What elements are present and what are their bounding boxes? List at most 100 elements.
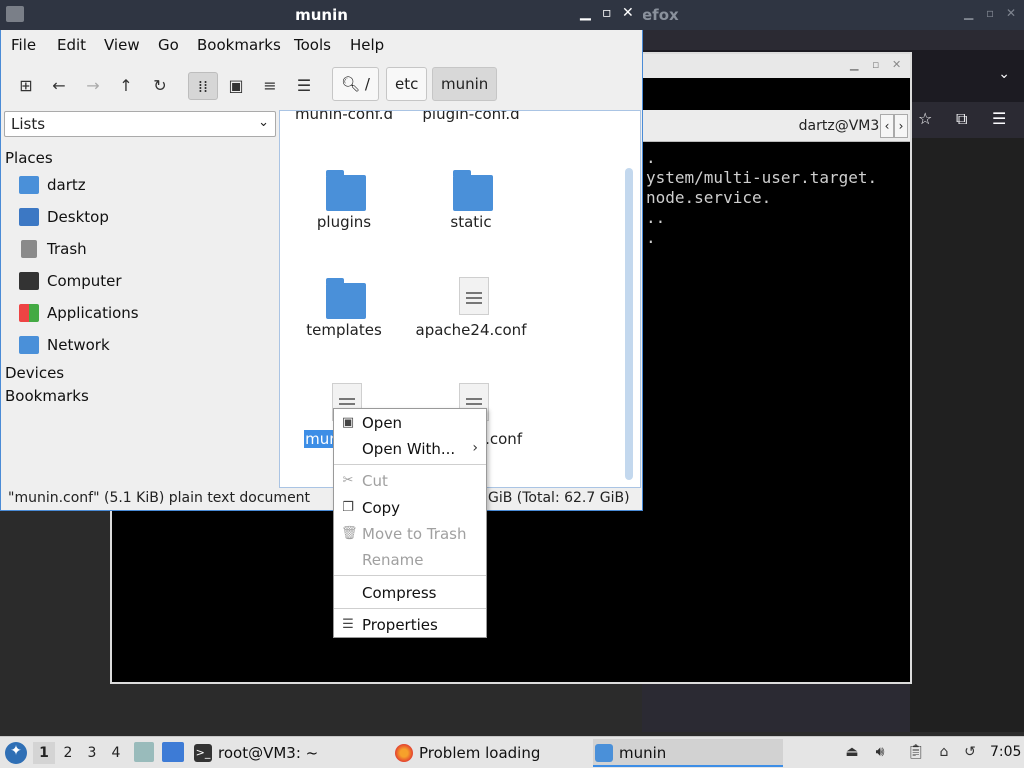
breadcrumb-root[interactable]: 🔍︎ / <box>332 67 379 101</box>
sidebar: Lists ⌄ Places dartz Desktop Trash Compu… <box>1 110 277 488</box>
volume-icon[interactable]: 🔊︎ <box>871 743 889 761</box>
file-item[interactable]: static <box>411 169 531 269</box>
tab-scroll-left-icon[interactable]: ‹ <box>880 114 894 138</box>
file-manager-titlebar: munin ▁ ▫ ✕ <box>0 0 643 30</box>
task-terminal[interactable]: >_ root@VM3: ~ <box>192 739 384 767</box>
back-icon[interactable]: ← <box>44 72 74 100</box>
thumbnail-view-icon[interactable]: ▣ <box>221 72 251 100</box>
menu-tools[interactable]: Tools <box>294 36 331 54</box>
menu-item-compress[interactable]: Compress <box>334 581 486 605</box>
maximize-icon[interactable]: ▫ <box>872 58 879 71</box>
start-menu-icon[interactable]: ✦ <box>5 742 27 764</box>
chevron-down-icon: ⌄ <box>258 115 269 130</box>
file-view-scrollbar[interactable] <box>625 168 633 480</box>
task-label: Problem loading page... <box>419 744 541 762</box>
sidebar-item-computer[interactable]: Computer <box>17 268 273 296</box>
taskbar: ✦ 1 2 3 4 >_ root@VM3: ~ Problem loading… <box>0 736 1024 768</box>
new-tab-icon[interactable]: ⊞ <box>11 72 41 100</box>
menu-item-label: Properties <box>362 616 438 634</box>
clock[interactable]: 7:05 <box>990 744 1021 760</box>
workspace-3[interactable]: 3 <box>81 742 103 764</box>
compact-view-icon[interactable]: ≡ <box>255 72 285 100</box>
star-icon[interactable]: ☆ <box>918 109 932 128</box>
menu-item-move-to-trash[interactable]: 🗑︎ Move to Trash <box>334 522 486 546</box>
task-munin[interactable]: munin <box>593 739 783 767</box>
sidebar-item-label: dartz <box>47 176 86 194</box>
reload-icon[interactable]: ↻ <box>145 72 175 100</box>
firefox-toolbar: ☆ ⧉ ☰ <box>910 102 1024 138</box>
file-item[interactable]: plugins <box>284 169 404 269</box>
sidebar-item-label: Trash <box>47 240 87 258</box>
minimize-icon[interactable]: ▁ <box>580 5 591 21</box>
menu-go[interactable]: Go <box>158 36 179 54</box>
breadcrumb-munin[interactable]: munin <box>432 67 498 101</box>
chevron-down-icon[interactable]: ⌄ <box>998 66 1010 82</box>
workspace-1[interactable]: 1 <box>33 742 55 764</box>
menu-edit[interactable]: Edit <box>57 36 86 54</box>
menu-item-label: Open With... <box>362 440 456 458</box>
file-item[interactable]: templates <box>284 277 404 377</box>
menu-view[interactable]: View <box>104 36 140 54</box>
maximize-icon[interactable]: ▫ <box>986 6 994 20</box>
devices-header[interactable]: Devices <box>5 364 64 382</box>
workspace-4[interactable]: 4 <box>105 742 127 764</box>
task-firefox[interactable]: Problem loading page... <box>393 739 587 767</box>
toolbar: ⊞ ← → ↑ ↻ ⁞⁞ ▣ ≡ ☰ 🔍︎ / etc munin <box>1 62 641 106</box>
file-name: apache24.conf <box>415 321 527 339</box>
sidebar-item-trash[interactable]: Trash <box>17 236 273 264</box>
menu-item-copy[interactable]: ❐ Copy <box>334 496 486 520</box>
close-icon[interactable]: ✕ <box>622 5 634 21</box>
menu-item-label: Copy <box>362 499 401 517</box>
sidebar-item-dartz[interactable]: dartz <box>17 172 273 200</box>
trash-icon: 🗑︎ <box>341 526 358 541</box>
update-icon[interactable]: ↺ <box>961 743 979 761</box>
maximize-icon[interactable]: ▫ <box>602 5 612 21</box>
menu-item-open-with[interactable]: Open With... › <box>334 437 486 461</box>
menu-item-label: Rename <box>362 551 424 569</box>
file-manager-launcher-icon[interactable] <box>134 742 154 762</box>
trash-icon <box>21 240 37 258</box>
clipboard-icon[interactable]: 📋︎ <box>907 743 925 761</box>
menu-bookmarks[interactable]: Bookmarks <box>197 36 281 54</box>
tab-scroll-right-icon[interactable]: › <box>894 114 908 138</box>
list-view-icon[interactable]: ☰ <box>289 72 319 100</box>
show-desktop-icon[interactable] <box>162 742 184 762</box>
icon-view-icon[interactable]: ⁞⁞ <box>188 72 218 100</box>
network-icon[interactable]: ⌂ <box>935 743 953 761</box>
sidebar-item-label: Network <box>47 336 110 354</box>
eject-icon[interactable]: ⏏ <box>843 743 861 761</box>
forward-icon[interactable]: → <box>78 72 108 100</box>
minimize-icon[interactable]: ▁ <box>850 58 858 71</box>
places-header: Places <box>5 149 53 167</box>
menu-file[interactable]: File <box>11 36 36 54</box>
close-icon[interactable]: ✕ <box>1006 6 1016 20</box>
close-icon[interactable]: ✕ <box>892 58 901 71</box>
minimize-icon[interactable]: ▁ <box>964 6 973 20</box>
folder-icon <box>326 278 366 319</box>
cut-icon: ✂ <box>342 473 354 488</box>
bookmarks-header[interactable]: Bookmarks <box>5 387 89 405</box>
sidebar-mode-select[interactable]: Lists ⌄ <box>4 111 276 137</box>
menu-item-cut[interactable]: ✂ Cut <box>334 469 486 493</box>
sidebar-item-desktop[interactable]: Desktop <box>17 204 273 232</box>
computer-icon <box>19 272 39 290</box>
folder-icon <box>326 170 366 211</box>
extensions-icon[interactable]: ⧉ <box>956 109 967 129</box>
terminal-tab-title[interactable]: dartz@VM3: <box>799 118 884 134</box>
file-item[interactable]: apache24.conf <box>411 277 531 377</box>
menu-icon[interactable]: ☰ <box>992 109 1006 128</box>
menu-help[interactable]: Help <box>350 36 384 54</box>
sidebar-item-applications[interactable]: Applications <box>17 300 273 328</box>
search-icon: 🔍︎ <box>341 75 361 93</box>
open-icon: ▣ <box>341 415 355 430</box>
properties-icon: ☰ <box>342 617 354 632</box>
breadcrumb-etc[interactable]: etc <box>386 67 428 101</box>
menu-item-properties[interactable]: ☰ Properties <box>334 613 486 637</box>
up-icon[interactable]: ↑ <box>111 72 141 100</box>
home-folder-icon <box>19 176 39 194</box>
menu-item-rename[interactable]: Rename <box>334 548 486 572</box>
file-name: plugin-conf.d <box>422 110 520 123</box>
sidebar-item-network[interactable]: Network <box>17 332 273 360</box>
menu-item-open[interactable]: ▣ Open <box>334 411 486 435</box>
workspace-2[interactable]: 2 <box>57 742 79 764</box>
